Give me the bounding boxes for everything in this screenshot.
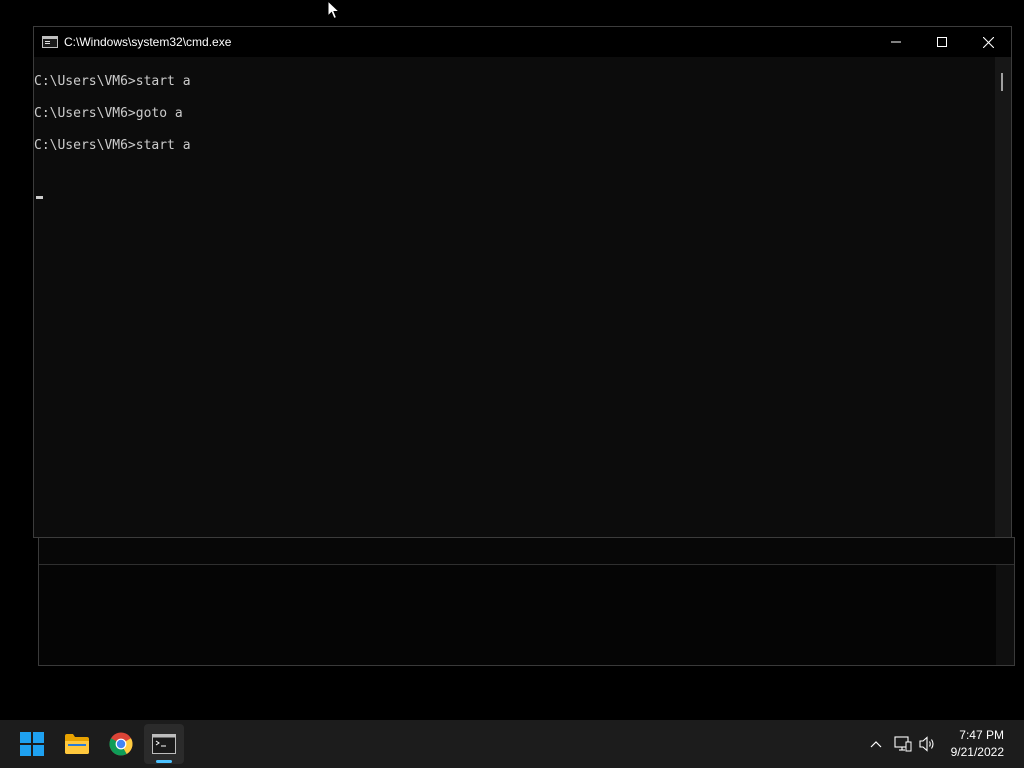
desktop: C:\Windows\system32\cmd.exe C:\Users\VM6… xyxy=(0,0,1024,720)
cmd-window: C:\Windows\system32\cmd.exe C:\Users\VM6… xyxy=(33,26,1012,538)
folder-icon xyxy=(65,734,89,754)
console-icon[interactable] xyxy=(42,36,58,48)
background-window-scrollbar[interactable] xyxy=(996,565,1014,665)
clock[interactable]: 7:47 PM 9/21/2022 xyxy=(951,727,1004,761)
active-app-indicator xyxy=(156,760,172,763)
file-explorer-button[interactable] xyxy=(57,724,97,764)
maximize-icon xyxy=(937,37,947,47)
background-console-window[interactable] xyxy=(38,537,1015,666)
window-controls xyxy=(873,27,1011,57)
minimize-icon xyxy=(891,41,901,43)
clock-time: 7:47 PM xyxy=(959,728,1004,742)
background-window-body xyxy=(39,565,996,665)
show-hidden-icons-button[interactable] xyxy=(866,734,886,754)
console-line: C:\Users\VM6>start a xyxy=(34,138,191,153)
console-icon xyxy=(152,734,176,754)
maximize-button[interactable] xyxy=(919,27,965,57)
window-title: C:\Windows\system32\cmd.exe xyxy=(64,35,232,49)
windows-start-icon xyxy=(20,732,44,756)
chevron-up-icon xyxy=(870,741,882,748)
console-line: C:\Users\VM6>start a xyxy=(34,74,191,89)
scrollbar-thumb[interactable] xyxy=(1001,73,1003,91)
chrome-icon xyxy=(109,732,133,756)
command-prompt-button[interactable] xyxy=(144,724,184,764)
window-titlebar[interactable]: C:\Windows\system32\cmd.exe xyxy=(34,27,1011,57)
volume-icon xyxy=(919,736,934,752)
taskbar: 7:47 PM 9/21/2022 xyxy=(0,720,1024,768)
chrome-button[interactable] xyxy=(101,724,141,764)
network-button[interactable] xyxy=(893,734,913,754)
minimize-button[interactable] xyxy=(873,27,919,57)
mouse-pointer-icon xyxy=(327,0,341,20)
console-scrollbar[interactable] xyxy=(995,57,1011,537)
console-output[interactable]: C:\Users\VM6>start a C:\Users\VM6>goto a… xyxy=(34,57,995,537)
clock-date: 9/21/2022 xyxy=(950,745,1004,759)
network-icon xyxy=(894,736,912,752)
start-button[interactable] xyxy=(12,724,52,764)
close-icon xyxy=(982,36,994,48)
text-cursor xyxy=(36,196,43,199)
background-window-titlebar[interactable] xyxy=(39,538,1014,565)
volume-button[interactable] xyxy=(918,734,938,754)
close-button[interactable] xyxy=(965,27,1011,57)
console-line: C:\Users\VM6>goto a xyxy=(34,106,183,121)
